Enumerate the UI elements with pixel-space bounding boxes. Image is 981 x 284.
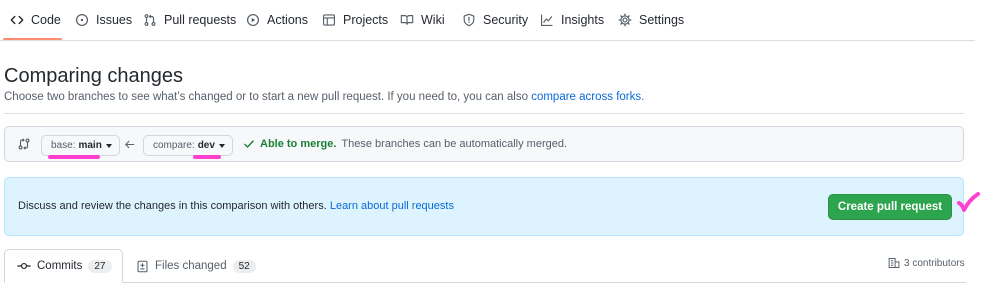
commits-label: Commits xyxy=(37,260,83,272)
compare-arrows-icon xyxy=(18,138,30,150)
base-branch-button[interactable]: base: main xyxy=(41,135,120,156)
file-diff-icon xyxy=(137,260,148,272)
arrow-left-icon xyxy=(125,140,135,149)
tab-files-changed[interactable]: Files changed 52 xyxy=(136,249,256,283)
range-editor: base: main compare: dev Able to merge. T… xyxy=(4,126,964,162)
check-icon xyxy=(244,140,254,148)
tab-label: Code xyxy=(31,13,61,27)
active-tab-indicator xyxy=(3,38,62,40)
tab-label: Settings xyxy=(639,13,685,27)
tab-label: Issues xyxy=(96,13,133,27)
annotation-underline-compare xyxy=(193,155,221,159)
gear-icon xyxy=(618,13,632,27)
play-icon xyxy=(246,13,260,27)
divider xyxy=(4,113,964,114)
tab-insights[interactable]: Insights xyxy=(540,0,604,40)
base-label: base: xyxy=(51,140,76,151)
compare-flash: Discuss and review the changes in this c… xyxy=(4,177,964,236)
repo-navigation: Code Issues Pull requests Actions Projec… xyxy=(0,0,975,41)
tab-projects[interactable]: Projects xyxy=(322,0,388,40)
tab-pull-requests[interactable]: Pull requests xyxy=(143,0,236,40)
page-title: Comparing changes xyxy=(4,65,183,87)
annotation-underline-base xyxy=(48,155,100,159)
files-changed-count: 52 xyxy=(232,259,256,273)
learn-about-pull-requests-link[interactable]: Learn about pull requests xyxy=(330,200,454,212)
compare-branch-button[interactable]: compare: dev xyxy=(143,135,233,156)
tab-actions[interactable]: Actions xyxy=(246,0,308,40)
shield-icon xyxy=(463,13,475,27)
tab-label: Projects xyxy=(343,13,389,27)
annotation-check-mark xyxy=(957,192,980,212)
chevron-down-icon xyxy=(105,143,112,148)
code-icon xyxy=(10,15,24,25)
subtitle-text: Choose two branches to see what’s change… xyxy=(4,91,532,103)
table-icon xyxy=(323,14,335,26)
create-pull-request-button[interactable]: Create pull request xyxy=(828,194,952,220)
compare-label: compare: xyxy=(153,140,195,151)
graph-icon xyxy=(541,14,553,26)
tab-label: Wiki xyxy=(421,13,445,27)
flash-message: Discuss and review the changes in this c… xyxy=(18,200,454,212)
tab-security[interactable]: Security xyxy=(462,0,528,40)
tab-issues[interactable]: Issues xyxy=(75,0,132,40)
merge-status-detail: These branches can be automatically merg… xyxy=(341,138,568,150)
tab-label: Insights xyxy=(561,13,605,27)
contributors-count: 3 contributors xyxy=(904,257,965,269)
compare-across-forks-link[interactable]: compare across forks xyxy=(531,91,641,103)
flash-text: Discuss and review the changes in this c… xyxy=(18,200,330,212)
commit-icon xyxy=(17,262,31,270)
chevron-down-icon xyxy=(218,143,225,148)
commits-count: 27 xyxy=(88,259,112,273)
subtitle-end: . xyxy=(641,91,645,103)
organization-icon xyxy=(888,258,900,268)
files-changed-label: Files changed xyxy=(155,260,227,272)
merge-status-ok: Able to merge. xyxy=(260,138,337,150)
tab-label: Actions xyxy=(267,13,308,27)
base-branch-name: main xyxy=(78,140,102,151)
tab-settings[interactable]: Settings xyxy=(618,0,684,40)
page-subtitle: Choose two branches to see what’s change… xyxy=(4,91,644,103)
tab-wiki[interactable]: Wiki xyxy=(400,0,445,40)
tab-label: Security xyxy=(483,13,529,27)
contributors-link[interactable]: 3 contributors xyxy=(888,257,965,269)
tab-commits[interactable]: Commits 27 xyxy=(4,249,123,283)
issue-icon xyxy=(75,13,89,27)
merge-status: Able to merge. These branches can be aut… xyxy=(243,127,567,161)
book-icon xyxy=(400,15,414,25)
tab-label: Pull requests xyxy=(164,13,237,27)
tab-code[interactable]: Code xyxy=(10,0,61,40)
compare-branch-name: dev xyxy=(197,140,215,151)
pull-request-icon xyxy=(144,14,156,26)
